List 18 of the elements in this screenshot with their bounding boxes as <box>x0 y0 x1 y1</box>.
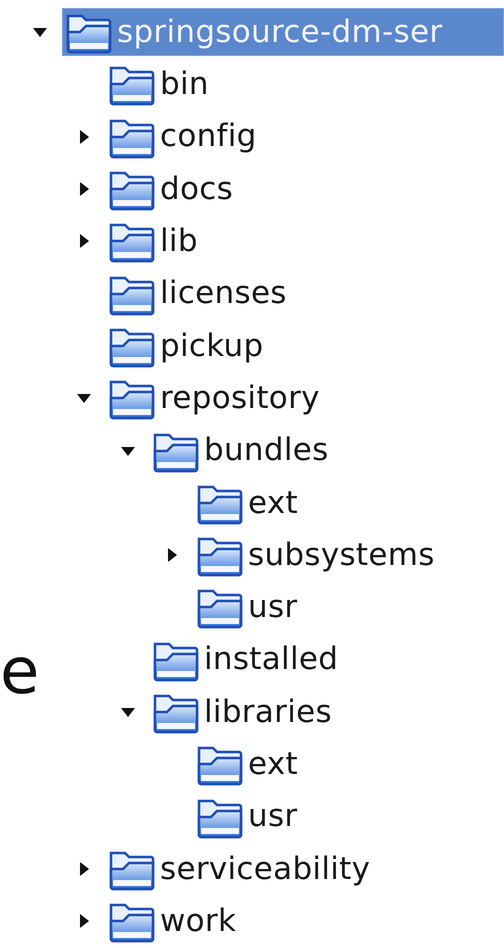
tree-item[interactable]: licenses <box>106 270 289 318</box>
tree-item[interactable]: docs <box>106 165 236 214</box>
tree-item[interactable]: libraries <box>150 688 334 736</box>
tree-item[interactable]: serviceability <box>106 844 372 893</box>
tree-item[interactable]: ext <box>194 478 300 527</box>
tree-item[interactable]: subsystems <box>194 531 437 580</box>
tree-item[interactable]: pickup <box>106 322 266 370</box>
tree-item[interactable]: ext <box>194 740 300 788</box>
tree-item[interactable]: usr <box>194 792 300 841</box>
tree-item[interactable]: usr <box>194 583 300 632</box>
tree-item[interactable]: config <box>106 112 259 161</box>
tree-item[interactable]: repository <box>106 374 322 422</box>
tree-item[interactable]: installed <box>150 636 340 684</box>
tree-item[interactable]: work <box>106 897 238 946</box>
partial-heading: e <box>0 640 40 704</box>
tree-item[interactable]: bundles <box>150 426 331 475</box>
tree-item[interactable]: bin <box>106 60 211 108</box>
tree-item[interactable]: lib <box>106 217 200 266</box>
